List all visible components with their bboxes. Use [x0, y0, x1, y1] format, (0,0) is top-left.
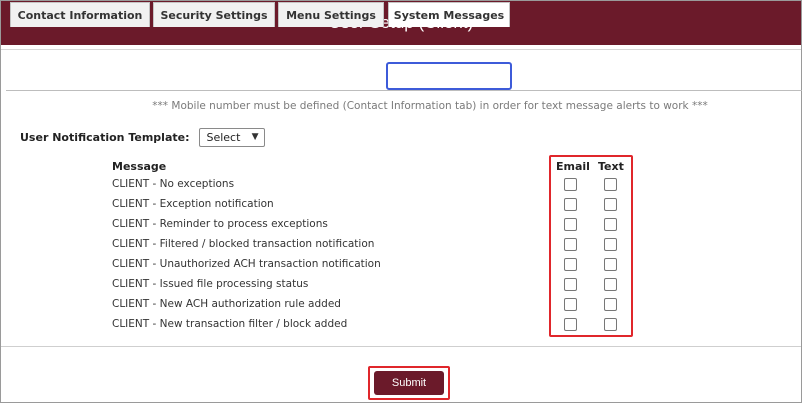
message-row-label: CLIENT - New ACH authorization rule adde… [112, 298, 341, 310]
template-row: User Notification Template: Select ▼ [20, 127, 266, 147]
tab-label: System Messages [393, 8, 505, 22]
message-row-label: CLIENT - No exceptions [112, 178, 235, 190]
message-row-label: CLIENT - Reminder to process exceptions [112, 218, 328, 230]
message-row-label: CLIENT - New transaction filter / block … [112, 318, 348, 330]
title-divider [1, 45, 801, 50]
mobile-notice: *** Mobile number must be defined (Conta… [152, 100, 708, 112]
message-row-label: CLIENT - Unauthorized ACH transaction no… [112, 258, 381, 270]
tab-label: Menu Settings [286, 8, 376, 22]
tab-security-settings[interactable]: Security Settings [153, 2, 275, 27]
tab-label: Contact Information [17, 8, 143, 22]
message-row-label: CLIENT - Filtered / blocked transaction … [112, 238, 375, 250]
submit-button-label: Submit [391, 377, 427, 389]
tab-highlight-annotation [386, 62, 512, 90]
message-row-label: CLIENT - Exception notification [112, 198, 274, 210]
template-select[interactable]: Select ▼ [199, 127, 266, 147]
tab-system-messages[interactable]: System Messages [388, 2, 510, 27]
template-label: User Notification Template: [20, 130, 190, 144]
tab-contact-information[interactable]: Contact Information [10, 2, 150, 27]
tab-label: Security Settings [160, 8, 268, 22]
message-row-label: CLIENT - Issued file processing status [112, 278, 309, 290]
checkbox-highlight-annotation [549, 155, 633, 337]
submit-button[interactable]: Submit [374, 371, 444, 395]
tab-menu-settings[interactable]: Menu Settings [278, 2, 384, 27]
footer-divider [1, 346, 801, 347]
template-select-value: Select [206, 130, 241, 144]
chevron-down-icon: ▼ [251, 131, 259, 142]
message-column-header: Message [112, 160, 167, 173]
